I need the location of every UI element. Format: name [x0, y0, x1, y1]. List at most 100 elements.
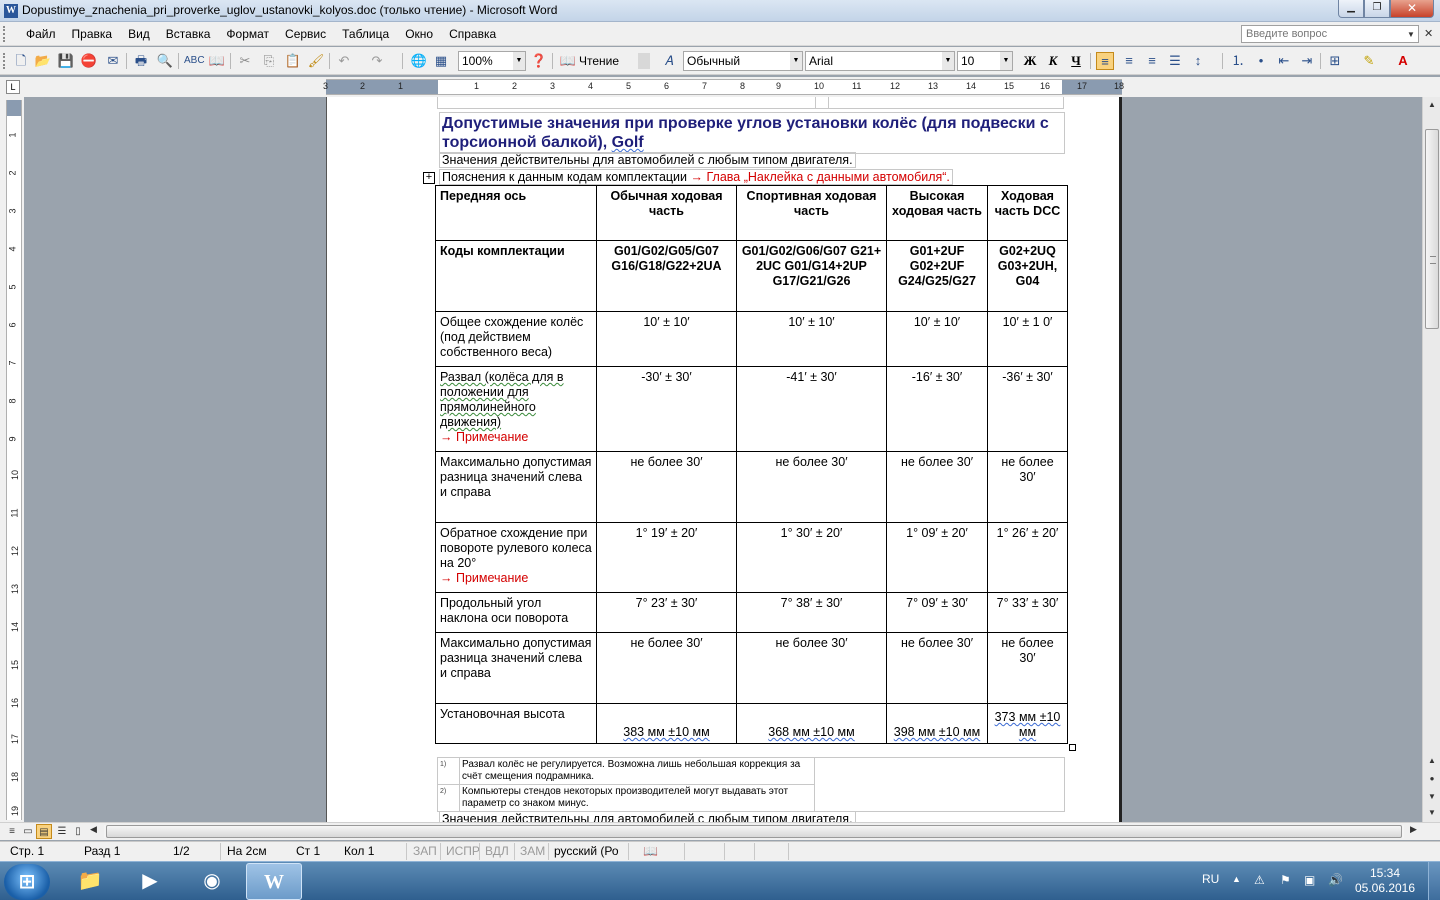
undo-icon[interactable]: ↶ — [335, 52, 353, 70]
start-button[interactable]: ⊞ — [4, 864, 50, 900]
zoom-select[interactable]: 100% ▼ — [458, 51, 526, 71]
print-icon[interactable]: 🖶 — [132, 52, 150, 70]
reading-mode-button[interactable]: Чтение — [579, 54, 619, 68]
reading-view-icon[interactable]: ▯ — [70, 824, 86, 839]
toolbar-grip[interactable] — [3, 53, 6, 69]
spelling-icon[interactable]: ABC — [184, 52, 205, 70]
scroll-down-icon[interactable]: ▼ — [1424, 805, 1440, 821]
reading-mode-icon[interactable]: 📖 — [559, 52, 577, 70]
line-spacing-icon[interactable]: ↕ — [1189, 52, 1207, 70]
language-indicator[interactable]: RU — [1202, 872, 1219, 900]
spelling-status-icon[interactable]: 📖 — [643, 844, 658, 858]
outline-view-icon[interactable]: ☰ — [54, 824, 70, 839]
scroll-thumb[interactable] — [1425, 129, 1439, 329]
horizontal-ruler[interactable]: 3 2 1 1 2 3 4 5 6 7 8 9 10 11 12 13 14 1… — [323, 79, 1124, 95]
clock[interactable]: 15:34 05.06.2016 — [1350, 866, 1420, 896]
maximize-button[interactable]: ❐ — [1364, 0, 1390, 18]
status-track-changes[interactable]: ИСПР — [446, 844, 480, 858]
bullets-icon[interactable]: • — [1252, 52, 1270, 70]
cut-icon[interactable]: ✂ — [236, 52, 254, 70]
menu-help[interactable]: Справка — [441, 27, 504, 41]
style-select[interactable]: Обычный ▼ — [683, 51, 803, 71]
show-desktop-button[interactable] — [1428, 862, 1440, 900]
redo-icon[interactable]: ↷ — [368, 52, 386, 70]
align-right-icon[interactable]: ≡ — [1143, 52, 1161, 70]
chevron-down-icon[interactable]: ▼ — [1407, 30, 1415, 39]
vehicle-label-link[interactable]: → Глава „Наклейка с данными автомобиля“. — [691, 170, 950, 184]
document-area[interactable]: Допустимые значения при проверке углов у… — [24, 97, 1422, 822]
status-language[interactable]: русский (Ро — [554, 844, 619, 858]
borders-icon[interactable]: ⊞ — [1326, 52, 1344, 70]
styles-icon[interactable]: 𝐴 — [660, 52, 678, 70]
table-resize-handle[interactable] — [1069, 744, 1076, 751]
font-size-select[interactable]: 10 ▼ — [957, 51, 1013, 71]
web-view-icon[interactable]: ▭ — [20, 824, 36, 839]
menu-file[interactable]: Файл — [18, 27, 64, 41]
note-link[interactable]: → Примечание — [440, 571, 528, 585]
increase-indent-icon[interactable]: ⇥ — [1298, 52, 1316, 70]
scroll-left-icon[interactable]: ◀ — [90, 824, 97, 835]
permission-icon[interactable]: ⛔ — [80, 52, 98, 70]
scroll-thumb[interactable] — [106, 825, 1402, 838]
font-select[interactable]: Arial ▼ — [805, 51, 955, 71]
word-taskbar-icon[interactable]: W — [246, 863, 302, 900]
email-icon[interactable]: ✉ — [104, 52, 122, 70]
new-icon[interactable]: 🗋 — [12, 52, 30, 70]
menu-format[interactable]: Формат — [218, 27, 277, 41]
status-record[interactable]: ЗАП — [413, 844, 437, 858]
table-move-handle[interactable]: + — [423, 172, 435, 184]
status-overtype[interactable]: ЗАМ — [520, 844, 545, 858]
close-button[interactable]: ✕ — [1390, 0, 1434, 18]
copy-icon[interactable]: ⎘ — [260, 52, 278, 70]
scroll-down-icon[interactable]: ▼ — [1424, 789, 1440, 805]
research-icon[interactable]: 📖 — [208, 52, 226, 70]
horizontal-scrollbar[interactable] — [104, 825, 1404, 838]
scroll-right-icon[interactable]: ▶ — [1410, 824, 1417, 835]
status-extend[interactable]: ВДЛ — [485, 844, 509, 858]
menu-table[interactable]: Таблица — [334, 27, 397, 41]
menu-edit[interactable]: Правка — [64, 27, 121, 41]
font-color-icon[interactable]: A — [1394, 52, 1412, 70]
normal-view-icon[interactable]: ≡ — [4, 824, 20, 839]
paste-icon[interactable]: 📋 — [284, 52, 302, 70]
action-center-icon[interactable]: ⚑ — [1280, 873, 1291, 900]
status-page[interactable]: Стр. 1 — [10, 844, 44, 858]
help-search-input[interactable]: Введите вопрос — [1241, 25, 1419, 43]
browse-object-icon[interactable]: ● — [1424, 771, 1440, 787]
align-left-icon[interactable]: ≡ — [1096, 52, 1114, 70]
explorer-icon[interactable]: 📁 — [62, 863, 118, 900]
menu-view[interactable]: Вид — [120, 27, 158, 41]
scroll-up-icon[interactable]: ▲ — [1424, 753, 1440, 769]
tab-selector[interactable]: L — [6, 80, 20, 94]
media-player-icon[interactable]: ▶ — [122, 863, 178, 900]
table-icon[interactable]: ▦ — [432, 52, 450, 70]
menu-tools[interactable]: Сервис — [277, 27, 334, 41]
tray-expand-icon[interactable]: ▲ — [1232, 874, 1241, 900]
italic-button[interactable]: К — [1044, 52, 1062, 70]
close-document-icon[interactable]: ✕ — [1424, 27, 1433, 40]
security-icon[interactable]: ⚠ — [1254, 873, 1265, 900]
format-painter-icon[interactable]: 🖌 — [307, 52, 325, 70]
save-icon[interactable]: 💾 — [57, 52, 75, 70]
vertical-scrollbar[interactable]: ▲ ▲ ● ▼ ▼ — [1422, 97, 1440, 823]
vertical-ruler[interactable]: 1 2 3 4 5 6 7 8 9 10 11 12 13 14 15 16 1… — [6, 100, 22, 820]
minimize-button[interactable]: ▁ — [1338, 0, 1364, 18]
numbering-icon[interactable]: ⒈ — [1229, 52, 1247, 70]
justify-icon[interactable]: ☰ — [1166, 52, 1184, 70]
decrease-indent-icon[interactable]: ⇤ — [1275, 52, 1293, 70]
scroll-up-icon[interactable]: ▲ — [1424, 97, 1440, 113]
highlight-icon[interactable]: ✎ — [1360, 52, 1378, 70]
bold-button[interactable]: Ж — [1021, 52, 1039, 70]
menu-grip[interactable] — [3, 26, 6, 42]
open-icon[interactable]: 📂 — [34, 52, 52, 70]
menu-window[interactable]: Окно — [397, 27, 441, 41]
menu-insert[interactable]: Вставка — [158, 27, 219, 41]
word-icon[interactable]: W — [4, 4, 18, 18]
hyperlink-icon[interactable]: 🌐 — [410, 52, 428, 70]
network-icon[interactable]: ▣ — [1304, 873, 1315, 900]
document-page[interactable]: Допустимые значения при проверке углов у… — [326, 97, 1122, 822]
align-center-icon[interactable]: ≡ — [1120, 52, 1138, 70]
note-link[interactable]: → Примечание — [440, 430, 528, 444]
firefox-icon[interactable]: ◉ — [184, 863, 240, 900]
print-preview-icon[interactable]: 🔍 — [156, 52, 174, 70]
